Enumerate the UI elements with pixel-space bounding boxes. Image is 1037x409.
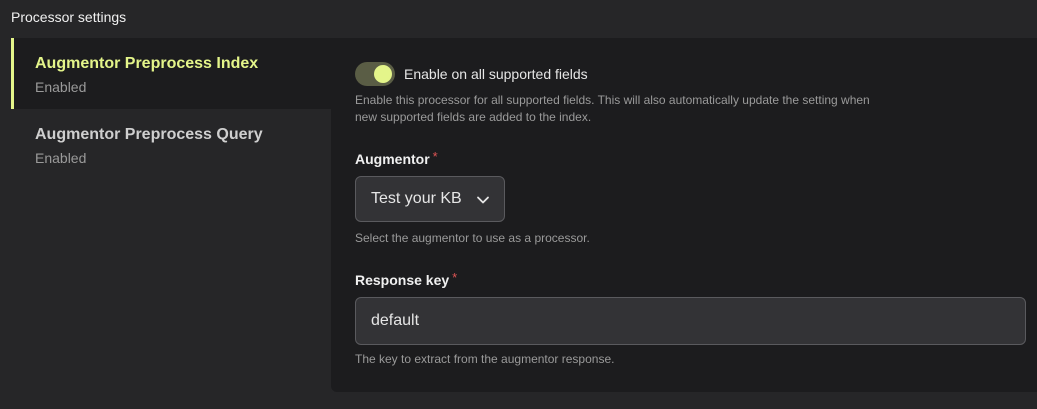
- augmentor-label: Augmentor *: [355, 149, 438, 167]
- enable-all-fields-label: Enable on all supported fields: [404, 66, 588, 82]
- required-asterisk: *: [432, 149, 438, 164]
- page-title: Processor settings: [11, 9, 127, 25]
- augmentor-label-text: Augmentor: [355, 151, 430, 167]
- augmentor-select[interactable]: Test your KB: [355, 176, 505, 222]
- response-key-help: The key to extract from the augmentor re…: [355, 352, 615, 366]
- required-asterisk: *: [452, 270, 458, 285]
- response-key-input[interactable]: [355, 297, 1026, 345]
- enable-all-fields-row: Enable on all supported fields: [355, 62, 588, 86]
- response-key-label: Response key *: [355, 270, 458, 288]
- settings-panel: Enable on all supported fields Enable th…: [331, 38, 1037, 392]
- augmentor-select-value: Test your KB: [371, 190, 462, 207]
- chevron-down-icon: [477, 196, 489, 204]
- sidebar-item-preprocess-query[interactable]: Augmentor Preprocess Query Enabled: [11, 109, 331, 180]
- sidebar-item-name: Augmentor Preprocess Query: [35, 126, 263, 143]
- sidebar-item-status: Enabled: [35, 150, 87, 166]
- response-key-label-text: Response key: [355, 272, 450, 288]
- sidebar-item-preprocess-index[interactable]: Augmentor Preprocess Index Enabled: [11, 38, 331, 109]
- enable-all-fields-toggle[interactable]: [355, 62, 395, 86]
- sidebar-item-name: Augmentor Preprocess Index: [35, 55, 259, 72]
- processor-list: Augmentor Preprocess Index Enabled Augme…: [11, 38, 331, 180]
- sidebar-item-status: Enabled: [35, 79, 87, 95]
- augmentor-help: Select the augmentor to use as a process…: [355, 231, 590, 245]
- toggle-knob: [374, 65, 392, 83]
- enable-all-fields-help: Enable this processor for all supported …: [355, 93, 870, 124]
